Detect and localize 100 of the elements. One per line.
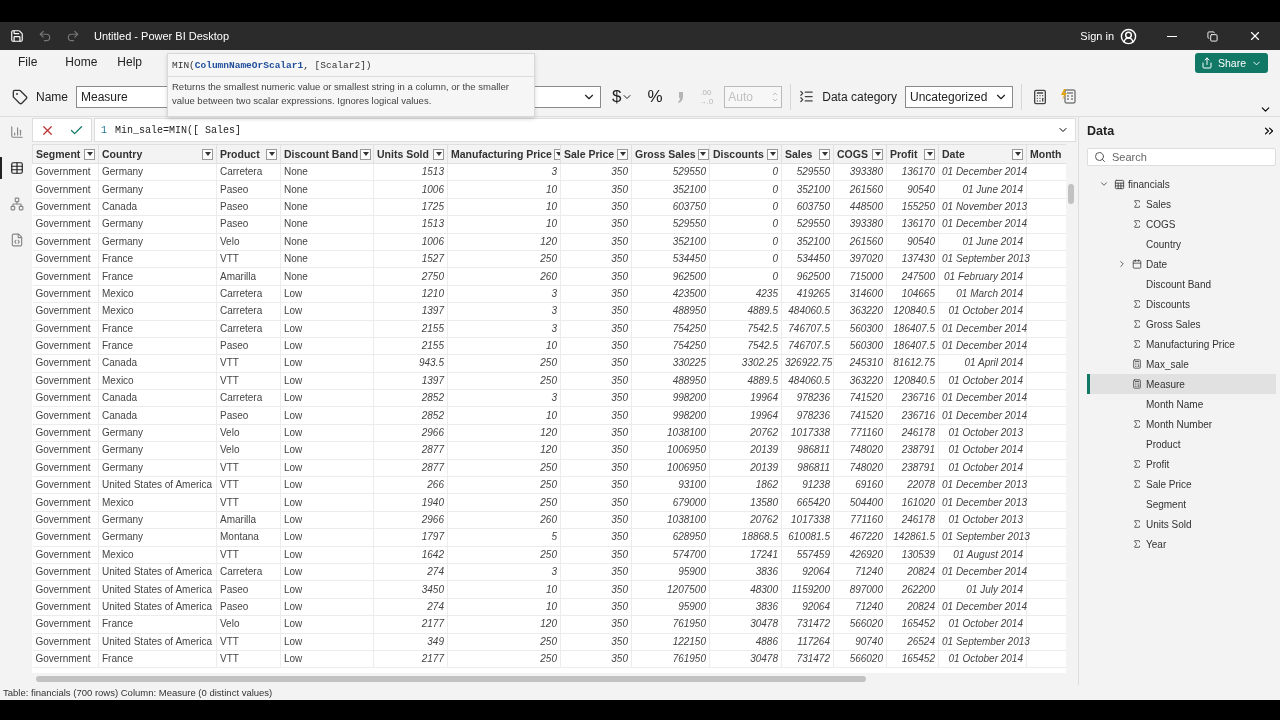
table-cell: Low [280,285,374,303]
table-cell: 746707.5 [781,337,834,355]
table-cell: 1513 [373,163,448,181]
table-cell: Carretera [216,320,281,338]
table-cell: Germany [98,441,217,460]
table-cell: 01 December 2014 [938,215,1027,234]
table-cell: 665420 [781,493,834,512]
table-cell: 350 [560,441,632,460]
table-cell: Government [32,163,99,181]
table-cell: 4886 [709,633,782,651]
table-cell: 1513 [373,215,448,234]
table-cell: 754250 [631,320,710,338]
table-cell: 01 October 2014 [938,302,1027,320]
table-cell: 3450 [373,580,448,599]
table-cell: 603750 [631,198,710,216]
table-cell: Low [280,389,374,407]
table-cell: 0 [709,233,782,251]
table-cell: 771160 [833,424,887,442]
table-cell: Government [32,580,99,599]
table-cell: 250 [447,546,561,564]
table-cell: 350 [560,215,632,234]
table-cell: Government [32,250,99,268]
table-cell: 236716 [886,389,939,407]
table-cell: 534450 [781,250,834,268]
table-cell: Canada [98,406,217,425]
table-cell: 1017338 [781,424,834,442]
table-cell: 250 [447,354,561,373]
table-cell: United States of America [98,598,217,616]
table-cell: 92064 [781,598,834,616]
table-cell: 30478 [709,650,782,668]
table-cell: Paseo [216,598,281,616]
table-cell: None [280,180,374,199]
table-cell: 155250 [886,198,939,216]
table-cell: Low [280,354,374,373]
table-cell: 0 [709,198,782,216]
table-cell: 01 October 2014 [938,372,1027,390]
table-cell: 4235 [709,285,782,303]
table-cell: 120 [447,424,561,442]
table-cell: 20824 [886,598,939,616]
table-cell: 250 [447,493,561,512]
table-cell: 01 July 2014 [938,580,1027,599]
table-cell: Germany [98,459,217,477]
table-cell: 603750 [781,198,834,216]
table-cell: 352100 [631,233,710,251]
table-cell: 95900 [631,598,710,616]
table-cell: 01 December 2014 [938,563,1027,581]
table-cell: 1725 [373,198,448,216]
table-cell: 4889.5 [709,372,782,390]
table-cell: 2966 [373,511,448,529]
table-cell: Germany [98,424,217,442]
table-cell: 897000 [833,580,887,599]
table-cell: Government [32,459,99,477]
table-cell: 274 [373,563,448,581]
table-cell: Carretera [216,163,281,181]
table-cell: 2877 [373,459,448,477]
table-cell: 136170 [886,215,939,234]
table-cell: Low [280,476,374,494]
function-signature: MIN(ColumnNameOrScalar1, [Scalar2]) [168,54,534,77]
table-cell: Low [280,459,374,477]
table-cell: 3 [447,320,561,338]
table-cell: 19964 [709,406,782,425]
table-cell: Low [280,598,374,616]
table-cell: 2877 [373,441,448,460]
table-cell: 104665 [886,285,939,303]
table-cell: 2155 [373,337,448,355]
table-cell: 262200 [886,580,939,599]
table-cell: 748020 [833,441,887,460]
table-cell: 350 [560,285,632,303]
table-cell: 69160 [833,476,887,494]
table-cell: Low [280,337,374,355]
table-cell: 350 [560,250,632,268]
table-cell: 2852 [373,406,448,425]
table-cell: 01 October 2014 [938,459,1027,477]
table-cell: 1038100 [631,424,710,442]
table-cell: 01 December 2014 [938,320,1027,338]
table-cell: 26524 [886,633,939,651]
table-cell: 260 [447,511,561,529]
table-cell: 01 June 2014 [938,233,1027,251]
name-label: Name [36,89,68,104]
table-cell: Low [280,511,374,529]
table-cell: Germany [98,163,217,181]
table-cell: 246178 [886,424,939,442]
table-cell: VTT [216,354,281,373]
table-cell: 10 [447,180,561,199]
table-cell: 92064 [781,563,834,581]
table-cell: 0 [709,180,782,199]
table-cell: VTT [216,372,281,390]
table-cell: 3 [447,302,561,320]
table-cell: France [98,267,217,286]
table-cell: 715000 [833,267,887,286]
table-cell: 10 [447,215,561,234]
table-cell: Government [32,198,99,216]
table-cell: 0 [709,163,782,181]
table-cell: 746707.5 [781,320,834,338]
table-cell: 0 [709,267,782,286]
table-cell: 71240 [833,563,887,581]
table-cell: 20139 [709,441,782,460]
table-cell: 761950 [631,615,710,634]
table-cell: 504400 [833,493,887,512]
table-cell: Carretera [216,563,281,581]
